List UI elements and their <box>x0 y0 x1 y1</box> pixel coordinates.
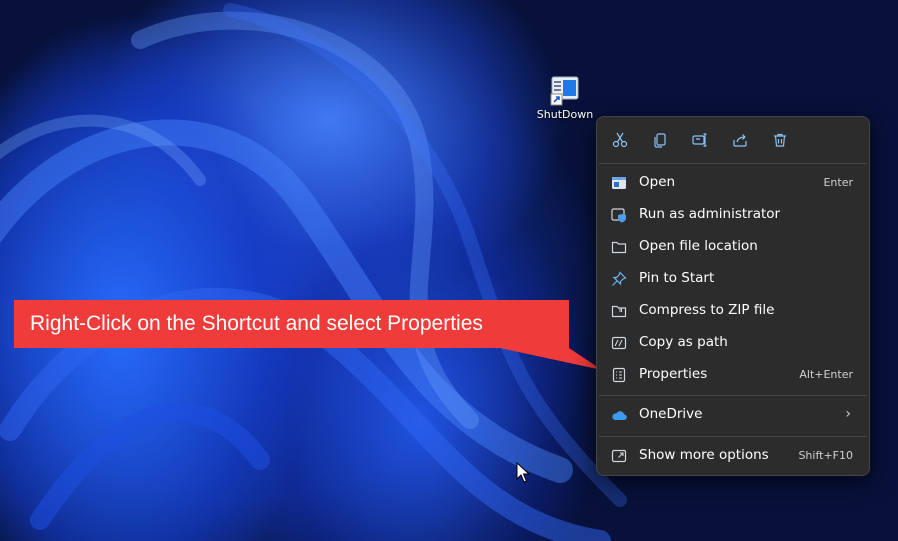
menu-item-label: Show more options <box>639 447 769 463</box>
shortcut-icon <box>549 74 581 106</box>
menu-item-label: Open file location <box>639 238 758 254</box>
menu-divider <box>599 436 867 437</box>
cut-button[interactable] <box>608 128 632 152</box>
share-button[interactable] <box>728 128 752 152</box>
menu-divider <box>599 395 867 396</box>
menu-item-label: OneDrive <box>639 406 703 422</box>
menu-item-pin-to-start[interactable]: Pin to Start <box>601 264 865 294</box>
menu-toolbar <box>597 117 869 163</box>
properties-icon <box>612 367 626 383</box>
rename-button[interactable] <box>688 128 712 152</box>
menu-item-shortcut: Shift+F10 <box>798 449 853 462</box>
menu-item-shortcut: Enter <box>823 176 853 189</box>
menu-item-onedrive[interactable]: OneDrive › <box>601 400 865 430</box>
copy-icon <box>654 133 666 148</box>
context-menu: Open Enter Run as administrator Open fil… <box>596 116 870 476</box>
delete-button[interactable] <box>768 128 792 152</box>
cut-icon <box>612 132 628 148</box>
shutdown-shortcut[interactable]: ShutDown <box>536 74 594 121</box>
menu-item-label: Open <box>639 174 676 190</box>
zip-folder-icon <box>611 305 627 318</box>
menu-item-run-as-administrator[interactable]: Run as administrator <box>601 200 865 230</box>
menu-item-open-file-location[interactable]: Open file location <box>601 232 865 262</box>
mouse-cursor-icon <box>516 462 530 483</box>
rename-icon <box>692 133 707 147</box>
menu-item-properties[interactable]: Properties Alt+Enter <box>601 360 865 390</box>
delete-icon <box>774 133 786 147</box>
open-icon <box>612 177 626 189</box>
menu-item-label: Compress to ZIP file <box>639 302 775 318</box>
more-options-icon <box>611 449 627 463</box>
chevron-right-icon: › <box>845 406 851 422</box>
menu-item-copy-as-path[interactable]: Copy as path <box>601 328 865 358</box>
callout-text: Right-Click on the Shortcut and select P… <box>30 312 483 335</box>
menu-item-show-more-options[interactable]: Show more options Shift+F10 <box>601 441 865 471</box>
instruction-callout: Right-Click on the Shortcut and select P… <box>14 300 569 348</box>
shortcut-label: ShutDown <box>536 108 594 121</box>
path-icon <box>611 336 627 350</box>
menu-item-compress-to-zip[interactable]: Compress to ZIP file <box>601 296 865 326</box>
menu-item-label: Run as administrator <box>639 206 781 222</box>
menu-item-label: Properties <box>639 366 708 382</box>
menu-item-label: Pin to Start <box>639 270 715 286</box>
menu-item-open[interactable]: Open Enter <box>601 168 865 198</box>
copy-button[interactable] <box>648 128 672 152</box>
onedrive-cloud-icon <box>612 411 627 420</box>
menu-item-shortcut: Alt+Enter <box>799 368 853 381</box>
folder-icon <box>611 241 627 254</box>
pin-icon <box>612 271 627 286</box>
menu-item-label: Copy as path <box>639 334 728 350</box>
menu-divider <box>599 163 867 164</box>
share-icon <box>733 134 747 147</box>
admin-shield-icon <box>611 208 626 223</box>
